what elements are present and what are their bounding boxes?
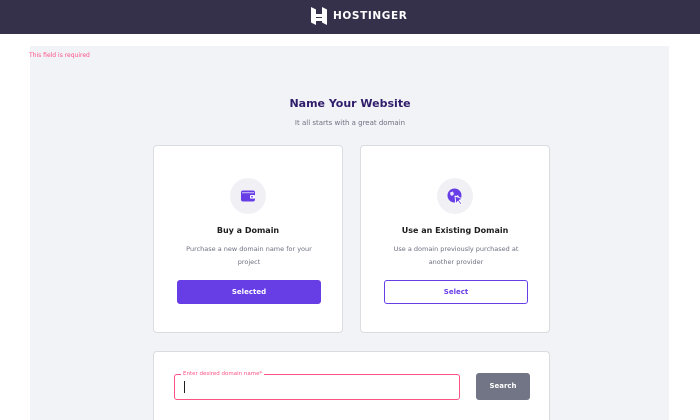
domain-name-input[interactable]: Enter desired domain name* (174, 370, 460, 400)
field-error-message: This field is required (29, 52, 90, 59)
search-button[interactable]: Search (476, 373, 530, 400)
selected-button[interactable]: Selected (177, 280, 321, 304)
domain-search-card: Enter desired domain name* Search (153, 351, 550, 420)
domain-name-label: Enter desired domain name* (181, 370, 265, 378)
hostinger-logo-icon (311, 7, 327, 25)
buy-domain-description: Purchase a new domain name for your proj… (186, 245, 312, 266)
text-cursor (184, 381, 185, 393)
existing-domain-card[interactable]: Use an Existing Domain Use a domain prev… (360, 145, 550, 333)
buy-domain-card[interactable]: Buy a Domain Purchase a new domain name … (153, 145, 343, 333)
page-subtitle: It all starts with a great domain (294, 119, 406, 127)
wallet-icon (230, 178, 266, 214)
hostinger-logo[interactable]: HOSTINGER (311, 7, 407, 25)
existing-domain-description: Use a domain previously purchased at ano… (393, 245, 519, 266)
select-button[interactable]: Select (384, 280, 528, 304)
page-title: Name Your Website (289, 97, 411, 110)
existing-domain-title: Use an Existing Domain (401, 226, 509, 235)
brand-name: HOSTINGER (333, 10, 408, 22)
buy-domain-title: Buy a Domain (216, 226, 280, 235)
top-header: HOSTINGER (0, 0, 700, 34)
globe-cursor-icon (437, 178, 473, 214)
